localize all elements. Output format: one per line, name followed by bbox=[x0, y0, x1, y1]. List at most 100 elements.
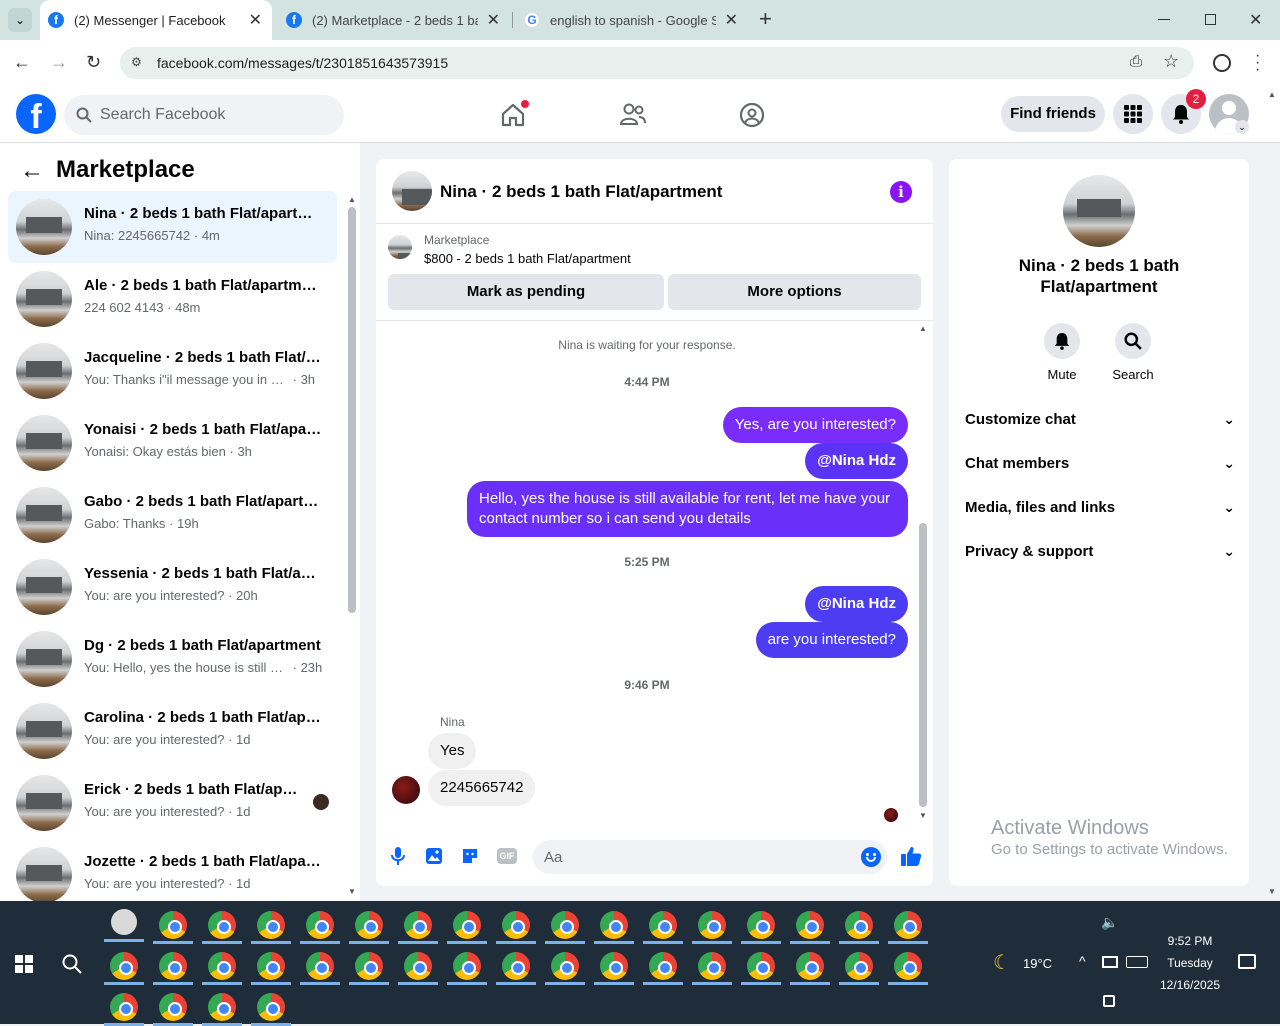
photo-icon[interactable] bbox=[425, 847, 443, 865]
privacy-support-row[interactable]: Privacy & support ⌄ bbox=[965, 543, 1235, 567]
chrome-window-icon[interactable] bbox=[208, 911, 236, 939]
chat-scrollbar[interactable] bbox=[919, 523, 927, 807]
conversation-item[interactable]: Jozette · 2 beds 1 bath Flat/apartment Y… bbox=[8, 839, 337, 901]
profile-icon[interactable] bbox=[1213, 54, 1231, 72]
mark-as-pending-button[interactable]: Mark as pending bbox=[388, 274, 664, 310]
notification-center-icon[interactable] bbox=[1238, 954, 1256, 969]
conversation-item[interactable]: Nina · 2 beds 1 bath Flat/apartment Nina… bbox=[8, 191, 337, 263]
install-app-icon[interactable]: ⎙ bbox=[1130, 53, 1142, 70]
menu-grid-button[interactable] bbox=[1113, 94, 1153, 134]
chrome-window-icon[interactable] bbox=[306, 911, 334, 939]
conversation-list-scrollbar[interactable] bbox=[348, 207, 356, 613]
page-scroll-up-arrow-icon[interactable]: ▲ bbox=[1268, 90, 1276, 99]
moon-weather-icon[interactable]: ☾ bbox=[993, 950, 1011, 975]
outgoing-message[interactable]: @Nina Hdz bbox=[805, 443, 908, 479]
clock-day[interactable]: Tuesday bbox=[1160, 956, 1220, 970]
chrome-window-icon[interactable] bbox=[649, 952, 677, 980]
tab-google[interactable]: G english to spanish - Google Sea ✕ bbox=[522, 0, 748, 40]
close-window-icon[interactable]: ✕ bbox=[1249, 10, 1262, 30]
chrome-window-icon[interactable] bbox=[257, 952, 285, 980]
chrome-window-icon[interactable] bbox=[796, 911, 824, 939]
keyboard-icon[interactable] bbox=[1126, 956, 1148, 968]
bookmark-star-icon[interactable]: ☆ bbox=[1163, 51, 1179, 72]
conversation-item[interactable]: Ale · 2 beds 1 bath Flat/apartment 224 6… bbox=[8, 263, 337, 335]
snipping-tool-icon[interactable] bbox=[111, 909, 137, 935]
account-chevron-down-icon[interactable]: ⌄ bbox=[1235, 120, 1249, 134]
forward-icon[interactable]: → bbox=[50, 52, 68, 73]
clock-date[interactable]: 12/16/2025 bbox=[1155, 978, 1225, 992]
chrome-window-icon[interactable] bbox=[845, 911, 873, 939]
emoji-icon[interactable] bbox=[861, 847, 881, 867]
new-tab-button[interactable]: + bbox=[759, 6, 772, 32]
chrome-window-icon[interactable] bbox=[355, 911, 383, 939]
tab-marketplace[interactable]: f (2) Marketplace - 2 beds 1 bath ✕ bbox=[284, 0, 510, 40]
chrome-window-icon[interactable] bbox=[551, 911, 579, 939]
outgoing-message[interactable]: are you interested? bbox=[755, 622, 908, 658]
gif-icon[interactable]: GIF bbox=[497, 848, 517, 864]
back-arrow-icon[interactable]: ← bbox=[20, 157, 44, 185]
chrome-window-icon[interactable] bbox=[404, 952, 432, 980]
chrome-window-icon[interactable] bbox=[159, 993, 187, 1021]
outgoing-message[interactable]: @Nina Hdz bbox=[805, 586, 908, 622]
conversation-item[interactable]: Yessenia · 2 beds 1 bath Flat/apartment … bbox=[8, 551, 337, 623]
chrome-window-icon[interactable] bbox=[502, 911, 530, 939]
chrome-window-icon[interactable] bbox=[257, 993, 285, 1021]
close-tab-icon[interactable]: ✕ bbox=[249, 10, 262, 30]
facebook-logo[interactable]: f bbox=[16, 94, 56, 136]
close-tab-icon[interactable]: ✕ bbox=[487, 10, 500, 30]
incoming-message[interactable]: Yes bbox=[428, 733, 477, 769]
conversation-item[interactable]: Yonaisi · 2 beds 1 bath Flat/apartment Y… bbox=[8, 407, 337, 479]
chrome-window-icon[interactable] bbox=[600, 952, 628, 980]
chrome-window-icon[interactable] bbox=[551, 952, 579, 980]
page-scroll-down-arrow-icon[interactable]: ▼ bbox=[1268, 887, 1276, 896]
scroll-up-arrow-icon[interactable]: ▲ bbox=[919, 324, 927, 333]
find-friends-button[interactable]: Find friends bbox=[1001, 96, 1105, 132]
conversation-item[interactable]: Carolina · 2 beds 1 bath Flat/apartment … bbox=[8, 695, 337, 767]
groups-icon[interactable] bbox=[739, 102, 765, 128]
scroll-down-arrow-icon[interactable]: ▼ bbox=[919, 811, 927, 820]
mute-button[interactable]: Mute bbox=[1026, 323, 1098, 382]
friends-icon[interactable] bbox=[619, 102, 647, 128]
sender-avatar[interactable] bbox=[392, 776, 420, 804]
menu-kebab-icon[interactable]: · · · bbox=[1255, 48, 1260, 78]
back-icon[interactable]: ← bbox=[13, 52, 31, 73]
chrome-window-icon[interactable] bbox=[796, 952, 824, 980]
sticker-icon[interactable] bbox=[461, 847, 479, 865]
outgoing-message[interactable]: Hello, yes the house is still available … bbox=[467, 481, 908, 537]
chrome-window-icon[interactable] bbox=[894, 952, 922, 980]
outgoing-message[interactable]: Yes, are you interested? bbox=[722, 407, 908, 443]
chrome-window-icon[interactable] bbox=[257, 911, 285, 939]
chrome-window-icon[interactable] bbox=[453, 911, 481, 939]
customize-chat-row[interactable]: Customize chat ⌄ bbox=[965, 411, 1235, 435]
close-tab-icon[interactable]: ✕ bbox=[725, 10, 738, 30]
restore-icon[interactable] bbox=[1205, 14, 1216, 25]
chrome-window-icon[interactable] bbox=[110, 993, 138, 1021]
chat-avatar[interactable] bbox=[392, 171, 432, 211]
chat-title[interactable]: Nina · 2 beds 1 bath Flat/apartment bbox=[440, 182, 722, 202]
chrome-window-icon[interactable] bbox=[698, 911, 726, 939]
listing-avatar[interactable] bbox=[1063, 175, 1135, 247]
chrome-window-icon[interactable] bbox=[208, 993, 236, 1021]
chrome-window-icon[interactable] bbox=[894, 911, 922, 939]
chrome-window-icon[interactable] bbox=[747, 911, 775, 939]
meet-now-icon[interactable] bbox=[1103, 995, 1115, 1007]
search-conversation-button[interactable]: Search bbox=[1097, 323, 1169, 382]
listing-title[interactable]: $800 - 2 beds 1 bath Flat/apartment bbox=[424, 251, 631, 266]
scroll-down-arrow-icon[interactable]: ▼ bbox=[348, 887, 356, 896]
chrome-window-icon[interactable] bbox=[600, 911, 628, 939]
info-icon[interactable]: i bbox=[890, 181, 912, 203]
chrome-window-icon[interactable] bbox=[453, 952, 481, 980]
address-bar[interactable]: ⚙ facebook.com/messages/t/23018516435739… bbox=[120, 47, 1194, 79]
more-options-button[interactable]: More options bbox=[668, 274, 921, 310]
chrome-window-icon[interactable] bbox=[208, 952, 236, 980]
conversation-item[interactable]: Dg · 2 beds 1 bath Flat/apartment You: H… bbox=[8, 623, 337, 695]
media-files-links-row[interactable]: Media, files and links ⌄ bbox=[965, 499, 1235, 523]
chrome-window-icon[interactable] bbox=[306, 952, 334, 980]
chrome-window-icon[interactable] bbox=[698, 952, 726, 980]
chrome-window-icon[interactable] bbox=[649, 911, 677, 939]
taskbar-search-icon[interactable] bbox=[62, 954, 82, 974]
hidden-icons-chevron-up-icon[interactable]: ^ bbox=[1079, 953, 1086, 969]
speaker-icon[interactable]: 🔈 bbox=[1101, 914, 1118, 931]
conversation-item[interactable]: Erick · 2 beds 1 bath Flat/apartment You… bbox=[8, 767, 337, 839]
listing-thumbnail[interactable] bbox=[388, 235, 412, 259]
